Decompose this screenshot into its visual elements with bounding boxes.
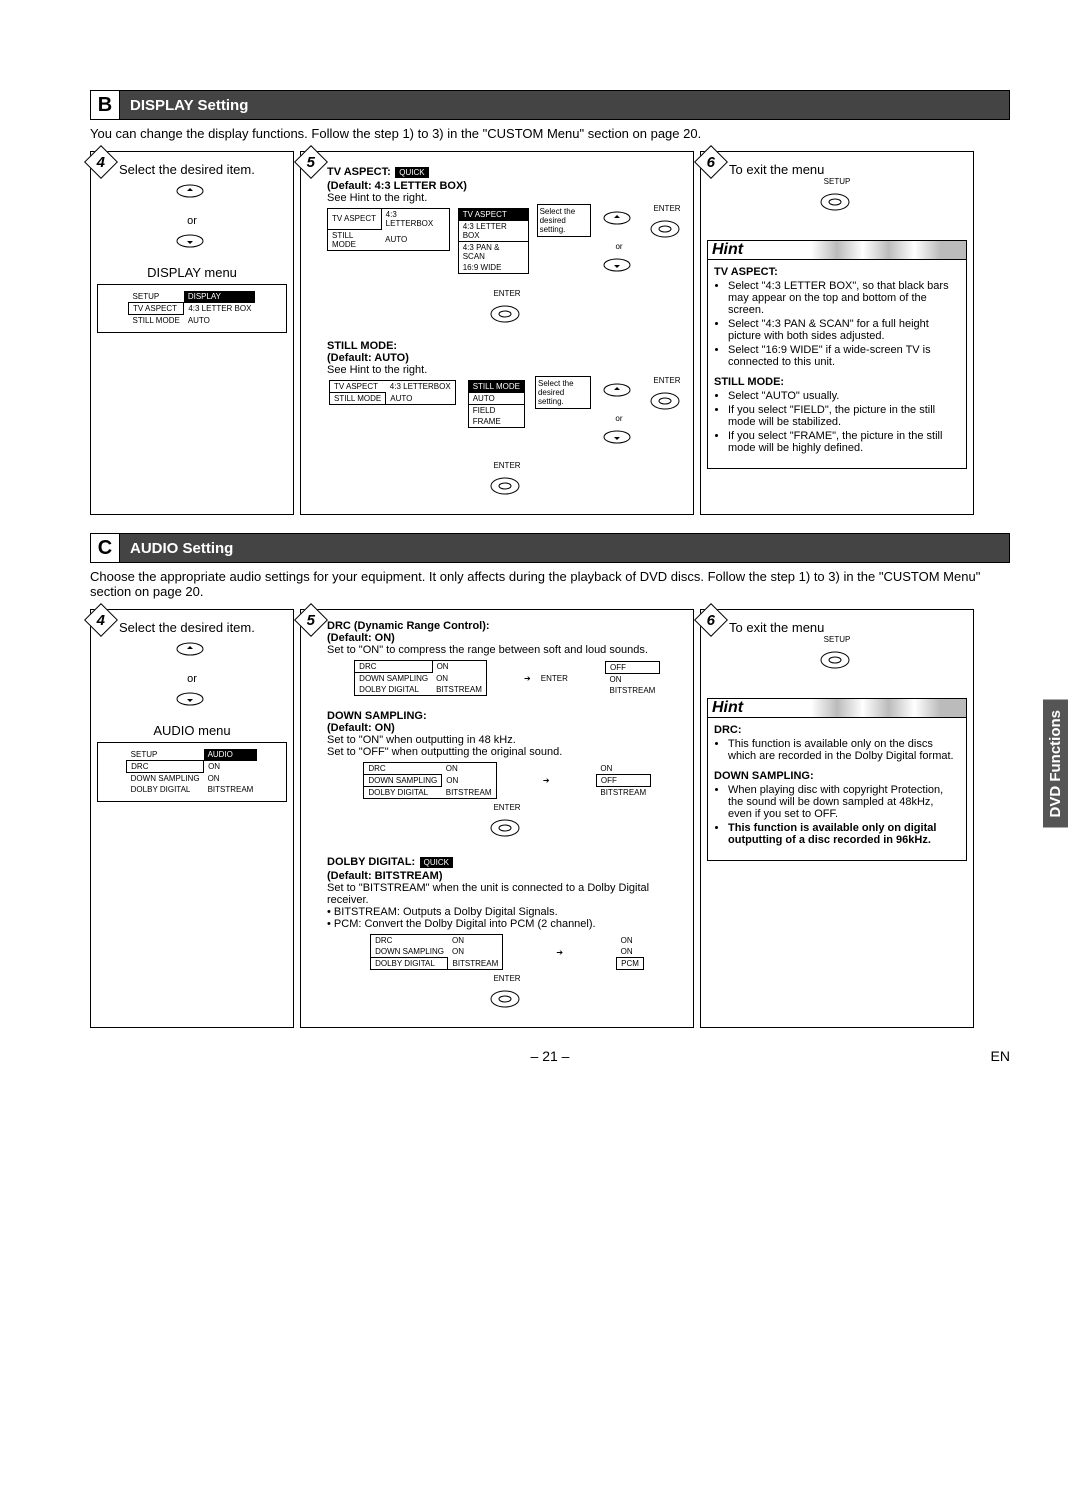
up-button-icon: [172, 181, 212, 211]
enter-button-icon: [487, 474, 527, 504]
hint-box: Hint DRC: This function is available onl…: [707, 698, 967, 861]
step5-box: 5 TV ASPECT: QUICK (Default: 4:3 LETTER …: [300, 151, 694, 515]
hint-item: Select "16:9 WIDE" if a wide-screen TV i…: [728, 344, 960, 368]
enter-button-icon: [647, 217, 687, 247]
section-c-intro: Choose the appropriate audio settings fo…: [90, 569, 1010, 599]
tvaspect-see: See Hint to the right.: [327, 192, 687, 204]
step6-box: 6 To exit the menu SETUP Hint TV ASPECT:…: [700, 151, 974, 515]
enter-button-icon: [487, 987, 527, 1017]
down-head: DOWN SAMPLING:: [327, 710, 687, 722]
up-button-icon: [599, 208, 639, 238]
section-b-intro: You can change the display functions. Fo…: [90, 126, 1010, 141]
down-default: (Default: ON): [327, 722, 687, 734]
quick-badge: QUICK: [420, 857, 453, 868]
hint-item: This function is available only on digit…: [728, 822, 960, 846]
step5-box: 5 DRC (Dynamic Range Control): (Default:…: [300, 609, 694, 1028]
hint-title: Hint: [708, 699, 966, 718]
dolby-default: (Default: BITSTREAM): [327, 870, 687, 882]
enter-button-icon: [487, 816, 527, 846]
down-button-icon: [599, 255, 639, 285]
hint-item: This function is available only on the d…: [728, 738, 960, 762]
or-label: or: [97, 215, 287, 227]
up-button-icon: [599, 380, 639, 410]
hint-still-title: STILL MODE:: [714, 376, 960, 388]
section-letter: B: [91, 91, 120, 119]
section-b-header: B DISPLAY Setting: [90, 90, 1010, 120]
display-menu-table: SETUPDISPLAY TV ASPECT4:3 LETTER BOX STI…: [128, 291, 256, 326]
hint-item: Select "AUTO" usually.: [728, 390, 960, 402]
audio-menu-table: SETUPAUDIO DRCON DOWN SAMPLINGON DOLBY D…: [126, 749, 258, 795]
hint-title: Hint: [708, 241, 966, 260]
select-setting-label: Select the desired setting.: [537, 204, 591, 237]
step4-title: Select the desired item.: [119, 162, 287, 177]
enter-button-icon: [647, 389, 687, 419]
tvaspect-head: TV ASPECT:: [327, 166, 391, 178]
lang-code: EN: [991, 1048, 1010, 1064]
audio-menu-title: AUDIO menu: [97, 723, 287, 738]
hint-item: Select "4:3 PAN & SCAN" for a full heigh…: [728, 318, 960, 342]
step4-box: 4 Select the desired item. or AUDIO menu…: [90, 609, 294, 1028]
display-menu-title: DISPLAY menu: [97, 265, 287, 280]
section-title: DISPLAY Setting: [120, 97, 248, 114]
dolby-head: DOLBY DIGITAL:: [327, 856, 415, 868]
step6-box: 6 To exit the menu SETUP Hint DRC: This …: [700, 609, 974, 1028]
drc-default: (Default: ON): [327, 632, 687, 644]
setup-label: SETUP: [707, 177, 967, 186]
section-title: AUDIO Setting: [120, 540, 233, 557]
section-c-header: C AUDIO Setting: [90, 533, 1010, 563]
quick-badge: QUICK: [395, 167, 428, 178]
setup-button-icon: [817, 190, 857, 220]
enter-label: ENTER: [327, 289, 687, 298]
hint-down-title: DOWN SAMPLING:: [714, 770, 960, 782]
stillmode-default: (Default: AUTO): [327, 352, 687, 364]
step4-title: Select the desired item.: [119, 620, 287, 635]
hint-drc-title: DRC:: [714, 724, 960, 736]
tvaspect-default: (Default: 4:3 LETTER BOX): [327, 180, 687, 192]
hint-box: Hint TV ASPECT: Select "4:3 LETTER BOX",…: [707, 240, 967, 469]
setup-button-icon: [817, 648, 857, 678]
step6-title: To exit the menu: [729, 162, 967, 177]
hint-tvaspect-title: TV ASPECT:: [714, 266, 960, 278]
hint-item: When playing disc with copyright Protect…: [728, 784, 960, 820]
drc-head: DRC (Dynamic Range Control):: [327, 620, 687, 632]
enter-button-icon: [487, 302, 527, 332]
hint-item: If you select "FRAME", the picture in th…: [728, 430, 960, 454]
down-button-icon: [599, 427, 639, 457]
step6-title: To exit the menu: [729, 620, 967, 635]
down-button-icon: [172, 231, 212, 261]
down-button-icon: [172, 689, 212, 719]
page-number: – 21 –: [531, 1048, 570, 1064]
step4-box: 4 Select the desired item. or DISPLAY me…: [90, 151, 294, 515]
hint-item: Select "4:3 LETTER BOX", so that black b…: [728, 280, 960, 316]
up-button-icon: [172, 639, 212, 669]
side-tab: DVD Functions: [1043, 700, 1068, 828]
stillmode-see: See Hint to the right.: [327, 364, 687, 376]
stillmode-head: STILL MODE:: [327, 340, 687, 352]
drc-desc: Set to "ON" to compress the range betwee…: [327, 644, 687, 656]
hint-item: If you select "FIELD", the picture in th…: [728, 404, 960, 428]
section-letter: C: [91, 534, 120, 562]
